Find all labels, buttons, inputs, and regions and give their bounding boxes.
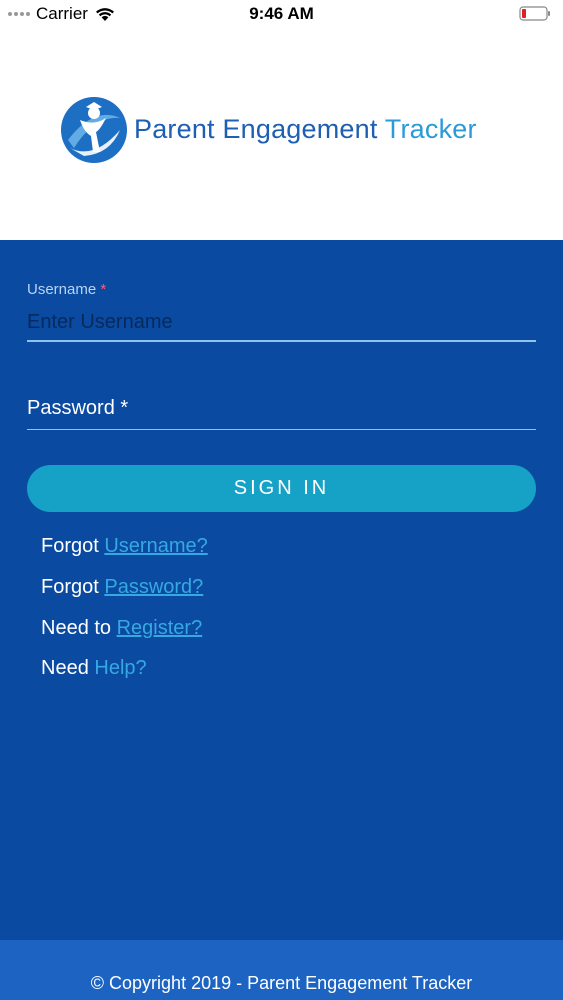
copyright-text: © Copyright 2019 - Parent Engagement Tra… [90,973,473,993]
username-label-text: Username [27,281,97,298]
help-link[interactable]: Help? [94,657,146,679]
register-link[interactable]: Register? [117,617,203,639]
footer: © Copyright 2019 - Parent Engagement Tra… [0,940,563,1000]
status-bar: Carrier 9:46 AM [0,0,563,28]
logo-text-primary: Parent Engagement [134,114,385,144]
login-panel: Username * Password * SIGN IN Forgot Use… [0,240,563,940]
forgot-password-row: Forgot Password? [41,576,203,599]
help-prefix: Need [41,657,95,679]
sign-in-button[interactable]: SIGN IN [27,465,536,512]
register-prefix: Need to [41,617,117,639]
battery-low-icon [519,6,550,21]
app-logo-text: Parent Engagement Tracker [134,114,477,145]
logo-header: Parent Engagement Tracker [0,28,563,240]
graduate-figure-logo-icon [61,97,127,163]
username-label: Username * [27,281,106,298]
forgot-password-prefix: Forgot [41,576,105,598]
forgot-username-link[interactable]: Username? [104,535,207,557]
logo-text-secondary: Tracker [384,114,477,144]
register-row: Need to Register? [41,617,202,640]
status-bar-time: 9:46 AM [249,4,314,23]
forgot-username-prefix: Forgot [41,535,105,557]
password-label: Password * [27,397,129,419]
forgot-password-link[interactable]: Password? [104,576,203,598]
forgot-username-row: Forgot Username? [41,535,208,558]
help-row: Need Help? [41,657,147,680]
username-input[interactable] [27,304,536,342]
password-field[interactable]: Password * [27,388,536,430]
required-marker: * [100,281,107,298]
